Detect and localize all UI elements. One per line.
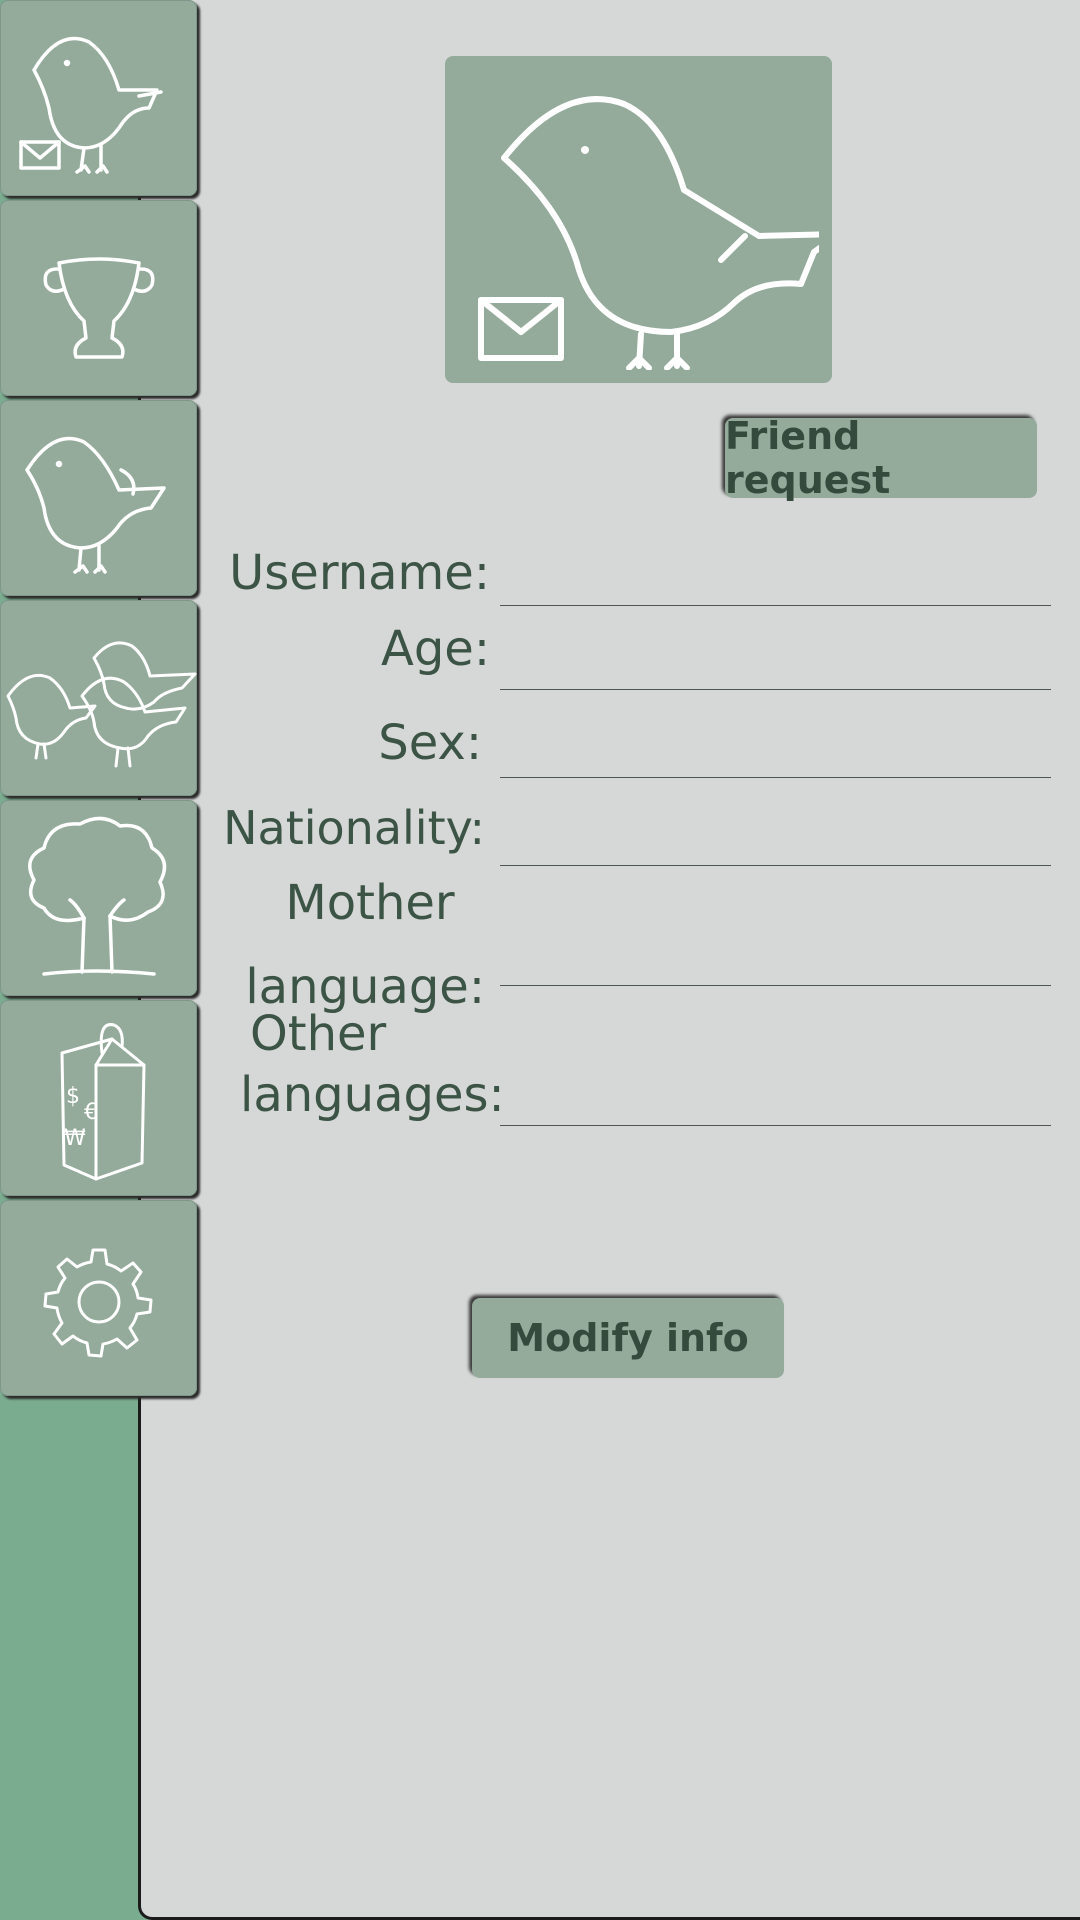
bird-mail-icon	[18, 36, 163, 174]
sidebar-item-tree[interactable]	[0, 800, 197, 996]
nationality-label: Nationality:	[223, 801, 485, 855]
sidebar-item-trophies[interactable]	[0, 200, 197, 396]
age-label: Age:	[380, 621, 490, 677]
modify-info-button[interactable]: Modify info	[472, 1298, 784, 1378]
age-field[interactable]	[500, 689, 1051, 690]
trophy-icon	[43, 257, 154, 359]
svg-text:€: €	[84, 1100, 98, 1125]
sidebar-item-messages[interactable]	[0, 0, 197, 196]
sidebar-item-bird[interactable]	[0, 400, 197, 596]
bird-flock-icon	[6, 641, 197, 768]
gear-icon	[43, 1248, 152, 1358]
nationality-field[interactable]	[500, 865, 1051, 866]
shopping-bag-icon: $ € ₩	[60, 1023, 145, 1181]
svg-text:$: $	[66, 1084, 80, 1109]
username-field[interactable]	[500, 605, 1051, 606]
sidebar-item-friends[interactable]	[0, 600, 197, 796]
sidebar-item-settings[interactable]	[0, 1200, 197, 1396]
username-label: Username:	[229, 545, 490, 601]
svg-text:₩: ₩	[64, 1126, 86, 1151]
bird-mail-icon	[477, 95, 819, 370]
bird-icon	[24, 436, 166, 574]
other-languages-label-line1: Other	[250, 1006, 387, 1062]
profile-avatar	[445, 56, 832, 383]
mother-language-field[interactable]	[500, 985, 1051, 986]
tree-icon	[27, 816, 166, 976]
friend-request-button[interactable]: Friend request	[725, 414, 1037, 502]
sidebar-item-shop[interactable]: $ € ₩	[0, 1000, 197, 1196]
mother-language-label-line1: Mother	[285, 875, 455, 931]
other-languages-label-line2: languages:	[240, 1067, 505, 1123]
sex-label: Sex:	[378, 715, 482, 771]
sex-field[interactable]	[500, 777, 1051, 778]
other-languages-field[interactable]	[500, 1125, 1051, 1126]
